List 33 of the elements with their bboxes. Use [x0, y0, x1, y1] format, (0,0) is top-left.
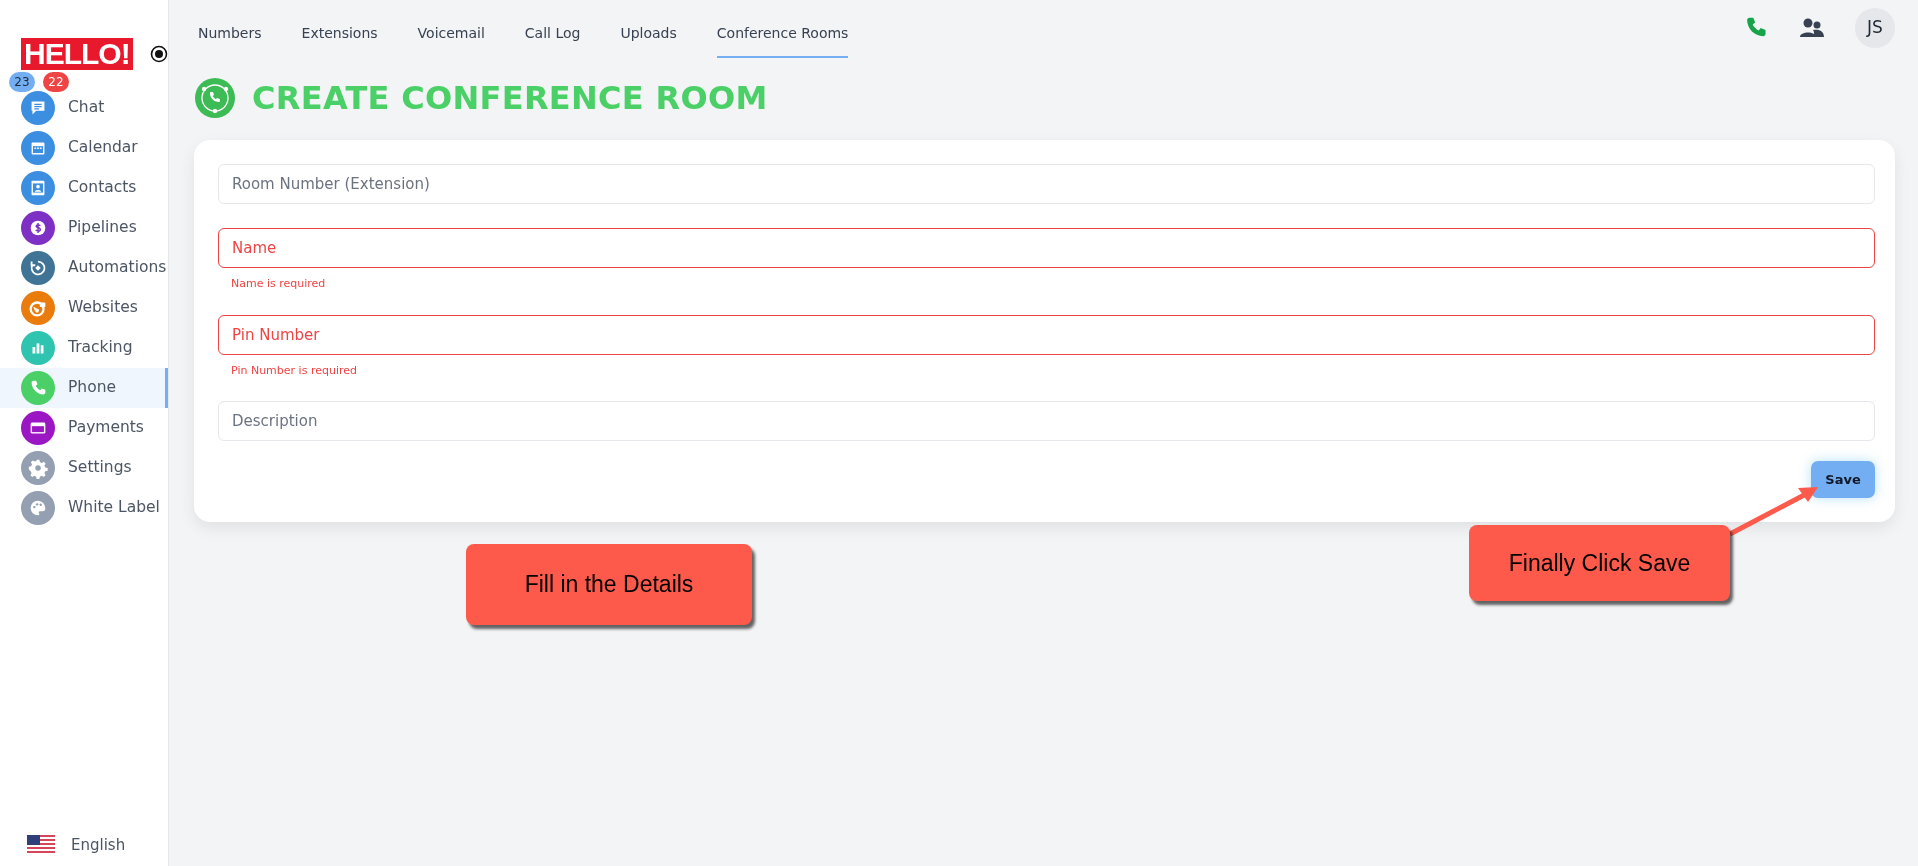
nav-tab[interactable]: Numbers: [198, 23, 262, 58]
nav-tab[interactable]: Conference Rooms: [716, 23, 849, 58]
sidebar-item[interactable]: Websites: [0, 288, 168, 328]
error-message: Pin Number is required: [231, 362, 358, 379]
us-flag-icon: [27, 835, 55, 855]
save-button[interactable]: Save: [1811, 461, 1875, 498]
nav-tab[interactable]: Voicemail: [417, 23, 485, 58]
input-field[interactable]: Name: [218, 228, 1875, 268]
nav-tab[interactable]: Uploads: [620, 23, 677, 58]
sidebar-item[interactable]: Contacts: [0, 168, 168, 208]
user-avatar[interactable]: JS: [1855, 8, 1895, 48]
input-field[interactable]: Pin Number: [218, 314, 1875, 355]
callout-box: Finally Click Save: [1469, 525, 1730, 601]
nav-tab[interactable]: Extensions: [301, 23, 378, 58]
language-selector[interactable]: English: [71, 833, 126, 857]
sidebar-item[interactable]: Settings: [0, 448, 168, 488]
page-title: CREATE CONFERENCE ROOM: [252, 78, 768, 118]
sidebar-item[interactable]: Calendar: [0, 128, 168, 168]
count-badge: 23: [9, 72, 35, 92]
sidebar-item[interactable]: Automations: [0, 248, 168, 288]
sidebar-item[interactable]: White Label: [0, 488, 168, 528]
conference-call-icon: [194, 77, 236, 119]
sidebar-item[interactable]: Payments: [0, 408, 168, 448]
users-icon[interactable]: [1799, 17, 1825, 39]
sidebar-item[interactable]: Phone: [0, 368, 168, 408]
sidebar-item[interactable]: Pipelines: [0, 208, 168, 248]
radio-icon[interactable]: [149, 45, 168, 63]
logo: HELLO!: [20, 37, 134, 71]
callout-box: Fill in the Details: [466, 544, 752, 625]
error-message: Name is required: [231, 276, 327, 292]
sidebar-item[interactable]: Tracking: [0, 328, 168, 368]
count-badge: 22: [43, 72, 69, 92]
nav-tab[interactable]: Call Log: [524, 23, 581, 58]
